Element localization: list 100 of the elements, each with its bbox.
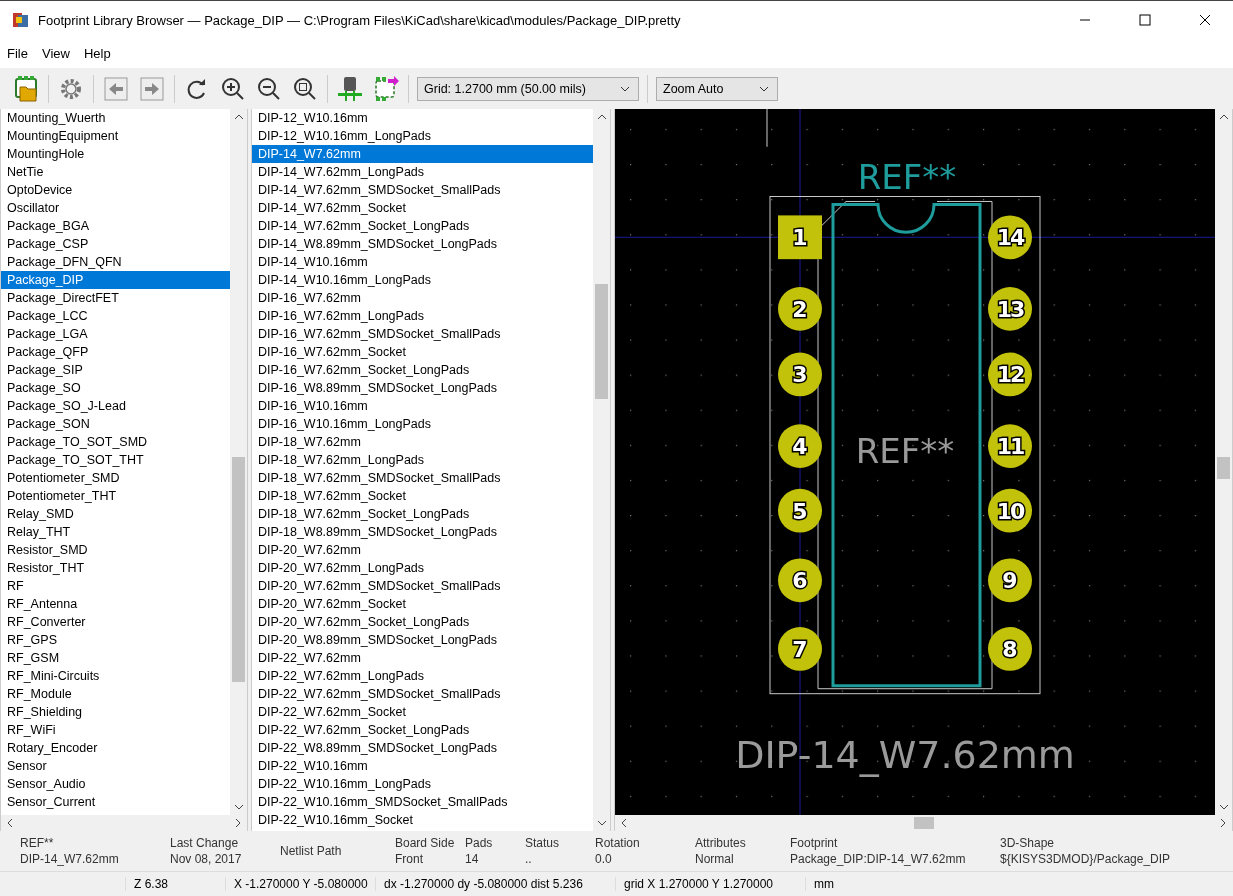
library-item[interactable]: Relay_THT: [1, 523, 230, 542]
next-icon[interactable]: [138, 74, 166, 103]
footprint-item[interactable]: DIP-22_W10.16mm: [252, 757, 593, 776]
grid-dropdown[interactable]: Grid: 1.2700 mm (50.00 mils): [417, 76, 639, 101]
footprint-item[interactable]: DIP-12_W10.16mm_LongPads: [252, 127, 593, 146]
library-item[interactable]: OptoDevice: [1, 181, 230, 200]
footprint-item[interactable]: DIP-16_W8.89mm_SMDSocket_LongPads: [252, 379, 593, 398]
library-item[interactable]: Package_LGA: [1, 325, 230, 344]
footprint-item[interactable]: DIP-20_W7.62mm_Socket_LongPads: [252, 613, 593, 632]
library-item[interactable]: Potentiometer_SMD: [1, 469, 230, 488]
library-item[interactable]: RF_Mini-Circuits: [1, 667, 230, 686]
library-item[interactable]: RF: [1, 577, 230, 596]
library-item[interactable]: RF_Shielding: [1, 703, 230, 722]
footprint-item[interactable]: DIP-14_W10.16mm: [252, 253, 593, 272]
chevron-down-icon[interactable]: [233, 804, 244, 811]
library-item[interactable]: RF_Antenna: [1, 595, 230, 614]
library-item[interactable]: Package_DIP: [1, 271, 230, 290]
footprint-item[interactable]: DIP-18_W8.89mm_SMDSocket_LongPads: [252, 523, 593, 542]
library-item[interactable]: Oscillator: [1, 199, 230, 218]
chevron-left-icon[interactable]: [621, 818, 627, 829]
library-item[interactable]: Package_SO_J-Lead: [1, 397, 230, 416]
library-item[interactable]: MountingHole: [1, 145, 230, 164]
library-item[interactable]: Sensor_Audio: [1, 775, 230, 794]
folder-icon[interactable]: [12, 74, 40, 103]
footprint-canvas[interactable]: 1 14 2 13 3 12 4 11 5 10 6 9 7 8 REF** REF** DIP-14_W7.62mm: [615, 109, 1215, 816]
footprint-item[interactable]: DIP-14_W8.89mm_SMDSocket_LongPads: [252, 235, 593, 254]
library-item[interactable]: RF_GSM: [1, 649, 230, 668]
footprint-item[interactable]: DIP-18_W7.62mm_Socket_LongPads: [252, 505, 593, 524]
zoom-dropdown[interactable]: Zoom Auto: [656, 76, 778, 101]
previous-icon[interactable]: [102, 74, 130, 103]
footprint-item[interactable]: DIP-16_W10.16mm_LongPads: [252, 415, 593, 434]
footprint-item[interactable]: DIP-18_W7.62mm_Socket: [252, 487, 593, 506]
footprint-item[interactable]: DIP-14_W7.62mm: [252, 145, 593, 164]
footprint-item[interactable]: DIP-14_W10.16mm_LongPads: [252, 271, 593, 290]
library-item[interactable]: Relay_SMD: [1, 505, 230, 524]
footprint-item[interactable]: DIP-20_W8.89mm_SMDSocket_LongPads: [252, 631, 593, 650]
library-item[interactable]: Rotary_Encoder: [1, 739, 230, 758]
library-item[interactable]: Package_LCC: [1, 307, 230, 326]
footprint-item[interactable]: DIP-20_W7.62mm_LongPads: [252, 559, 593, 578]
footprint-item[interactable]: DIP-20_W7.62mm_Socket: [252, 595, 593, 614]
library-item[interactable]: Resistor_SMD: [1, 541, 230, 560]
library-item[interactable]: Package_CSP: [1, 235, 230, 254]
library-item[interactable]: Package_TO_SOT_THT: [1, 451, 230, 470]
library-item[interactable]: MountingEquipment: [1, 127, 230, 146]
library-item[interactable]: Package_BGA: [1, 217, 230, 236]
library-item[interactable]: NetTie: [1, 163, 230, 182]
footprint-item[interactable]: DIP-14_W7.62mm_LongPads: [252, 163, 593, 182]
footprint-item[interactable]: DIP-22_W7.62mm: [252, 649, 593, 668]
footprint-item[interactable]: DIP-22_W10.16mm_LongPads: [252, 775, 593, 794]
scrollbar-thumb[interactable]: [595, 284, 608, 400]
footprint-item[interactable]: DIP-22_W8.89mm_SMDSocket_LongPads: [252, 739, 593, 758]
menu-item[interactable]: View: [41, 46, 70, 62]
footprint-item[interactable]: DIP-22_W7.62mm_LongPads: [252, 667, 593, 686]
footprint-item[interactable]: DIP-22_W10.16mm_SMDSocket_SmallPads: [252, 793, 593, 812]
library-item[interactable]: Package_DirectFET: [1, 289, 230, 308]
chevron-left-icon[interactable]: [7, 818, 13, 829]
footprint-item[interactable]: DIP-14_W7.62mm_Socket_LongPads: [252, 217, 593, 236]
library-item[interactable]: Potentiometer_THT: [1, 487, 230, 506]
chevron-up-icon[interactable]: [233, 114, 244, 121]
scrollbar-thumb[interactable]: [1217, 457, 1230, 480]
library-item[interactable]: Package_TO_SOT_SMD: [1, 433, 230, 452]
footprint-item[interactable]: DIP-14_W7.62mm_Socket: [252, 199, 593, 218]
chevron-up-icon[interactable]: [1218, 114, 1229, 121]
footprint-item[interactable]: DIP-22_W10.16mm_Socket: [252, 811, 593, 830]
library-item[interactable]: Package_QFP: [1, 343, 230, 362]
scrollbar-thumb[interactable]: [913, 817, 934, 830]
footprint-item[interactable]: DIP-16_W7.62mm_LongPads: [252, 307, 593, 326]
footprint-item[interactable]: DIP-22_W7.62mm_SMDSocket_SmallPads: [252, 685, 593, 704]
scrollbar-thumb[interactable]: [232, 457, 245, 683]
menu-item[interactable]: Help: [83, 46, 111, 62]
library-item[interactable]: RF_WiFi: [1, 721, 230, 740]
footprint-item[interactable]: DIP-18_W7.62mm: [252, 433, 593, 452]
library-item[interactable]: RF_GPS: [1, 631, 230, 650]
footprint-item[interactable]: DIP-16_W10.16mm: [252, 397, 593, 416]
footprint-item[interactable]: DIP-18_W7.62mm_LongPads: [252, 451, 593, 470]
library-item[interactable]: Package_SON: [1, 415, 230, 434]
library-item[interactable]: Package_SIP: [1, 361, 230, 380]
library-item[interactable]: Mounting_Wuerth: [1, 109, 230, 128]
chevron-down-icon[interactable]: [596, 820, 607, 827]
insert-footprint-icon[interactable]: [372, 74, 400, 103]
footprint-item[interactable]: DIP-18_W7.62mm_SMDSocket_SmallPads: [252, 469, 593, 488]
close-icon[interactable]: [1199, 14, 1211, 27]
library-item[interactable]: Package_DFN_QFN: [1, 253, 230, 272]
library-item[interactable]: Package_SO: [1, 379, 230, 398]
footprint-item[interactable]: DIP-14_W7.62mm_SMDSocket_SmallPads: [252, 181, 593, 200]
library-item[interactable]: RF_Module: [1, 685, 230, 704]
chevron-right-icon[interactable]: [235, 818, 241, 829]
horizontal-scrollbar[interactable]: [1, 815, 247, 832]
chevron-down-icon[interactable]: [1218, 804, 1229, 811]
footprint-item[interactable]: DIP-20_W7.62mm: [252, 541, 593, 560]
maximize-icon[interactable]: [1139, 14, 1151, 27]
footprint-item[interactable]: DIP-12_W10.16mm: [252, 109, 593, 128]
library-item[interactable]: Resistor_THT: [1, 559, 230, 578]
footprint-item[interactable]: DIP-16_W7.62mm_Socket_LongPads: [252, 361, 593, 380]
library-item[interactable]: Sensor: [1, 757, 230, 776]
menu-item[interactable]: File: [7, 46, 28, 62]
component-icon[interactable]: [336, 74, 364, 103]
library-item[interactable]: Sensor_Current: [1, 793, 230, 812]
footprint-item[interactable]: DIP-22_W7.62mm_Socket: [252, 703, 593, 722]
footprint-item[interactable]: DIP-20_W7.62mm_SMDSocket_SmallPads: [252, 577, 593, 596]
